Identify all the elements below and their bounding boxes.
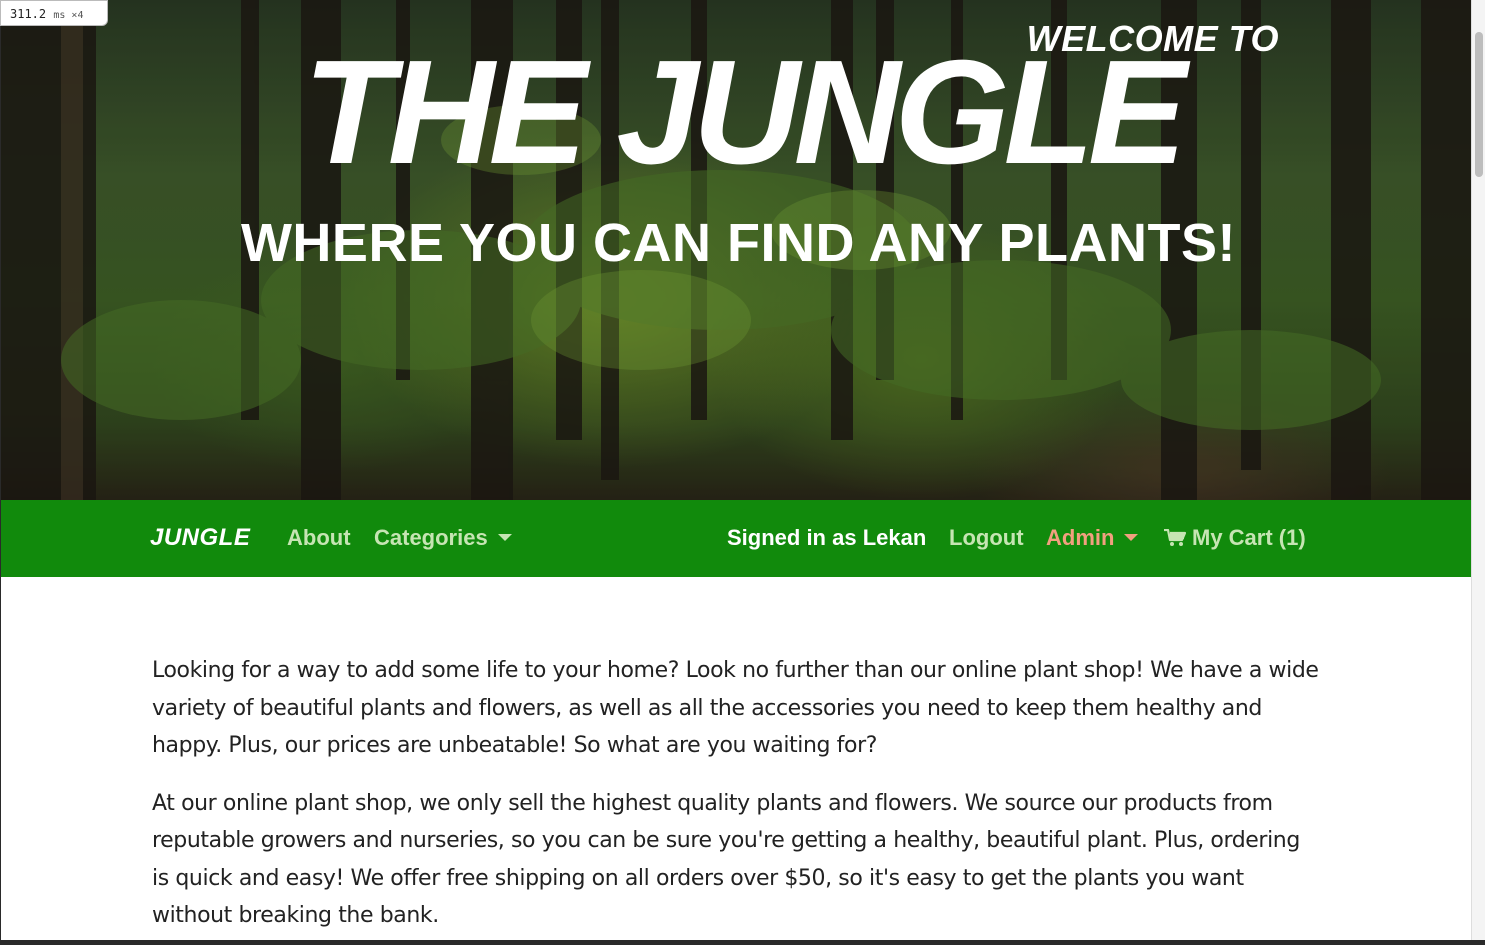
main-content: Looking for a way to add some life to yo… (152, 652, 1322, 940)
scrollbar-thumb[interactable] (1475, 32, 1483, 177)
caret-down-icon (1124, 534, 1139, 541)
perf-timer-badge: 311.2 ms ×4 (0, 0, 108, 26)
quality-paragraph: At our online plant shop, we only sell t… (152, 790, 1300, 929)
nav-dropdown-admin[interactable]: Admin (1046, 524, 1139, 552)
nav-link-logout[interactable]: Logout (949, 524, 1024, 552)
admin-label: Admin (1046, 525, 1115, 550)
hero-title: THE JUNGLE (303, 30, 1186, 195)
nav-link-about[interactable]: About (287, 524, 351, 552)
page-scrollbar[interactable] (1471, 0, 1485, 940)
hero-subtitle: WHERE YOU CAN FIND ANY PLANTS! (240, 213, 1237, 273)
page-viewport: WELCOME TO THE JUNGLE WHERE YOU CAN FIND… (1, 0, 1471, 940)
intro-paragraph: Looking for a way to add some life to yo… (152, 658, 1319, 758)
timer-unit: ms ×4 (53, 10, 84, 21)
main-navbar: JUNGLE About Categories Signed in as Lek… (1, 500, 1471, 577)
shopping-cart-icon (1164, 529, 1186, 546)
timer-value: 311.2 (10, 7, 47, 21)
cart-label: My Cart (1) (1192, 525, 1306, 550)
categories-label: Categories (374, 525, 488, 550)
nav-dropdown-categories[interactable]: Categories (374, 524, 512, 552)
signed-in-status: Signed in as Lekan (727, 525, 927, 550)
brand-link[interactable]: JUNGLE (150, 524, 250, 552)
nav-link-cart[interactable]: My Cart (1) (1164, 524, 1306, 552)
hero-banner: WELCOME TO THE JUNGLE WHERE YOU CAN FIND… (1, 0, 1471, 500)
caret-down-icon (497, 534, 512, 541)
